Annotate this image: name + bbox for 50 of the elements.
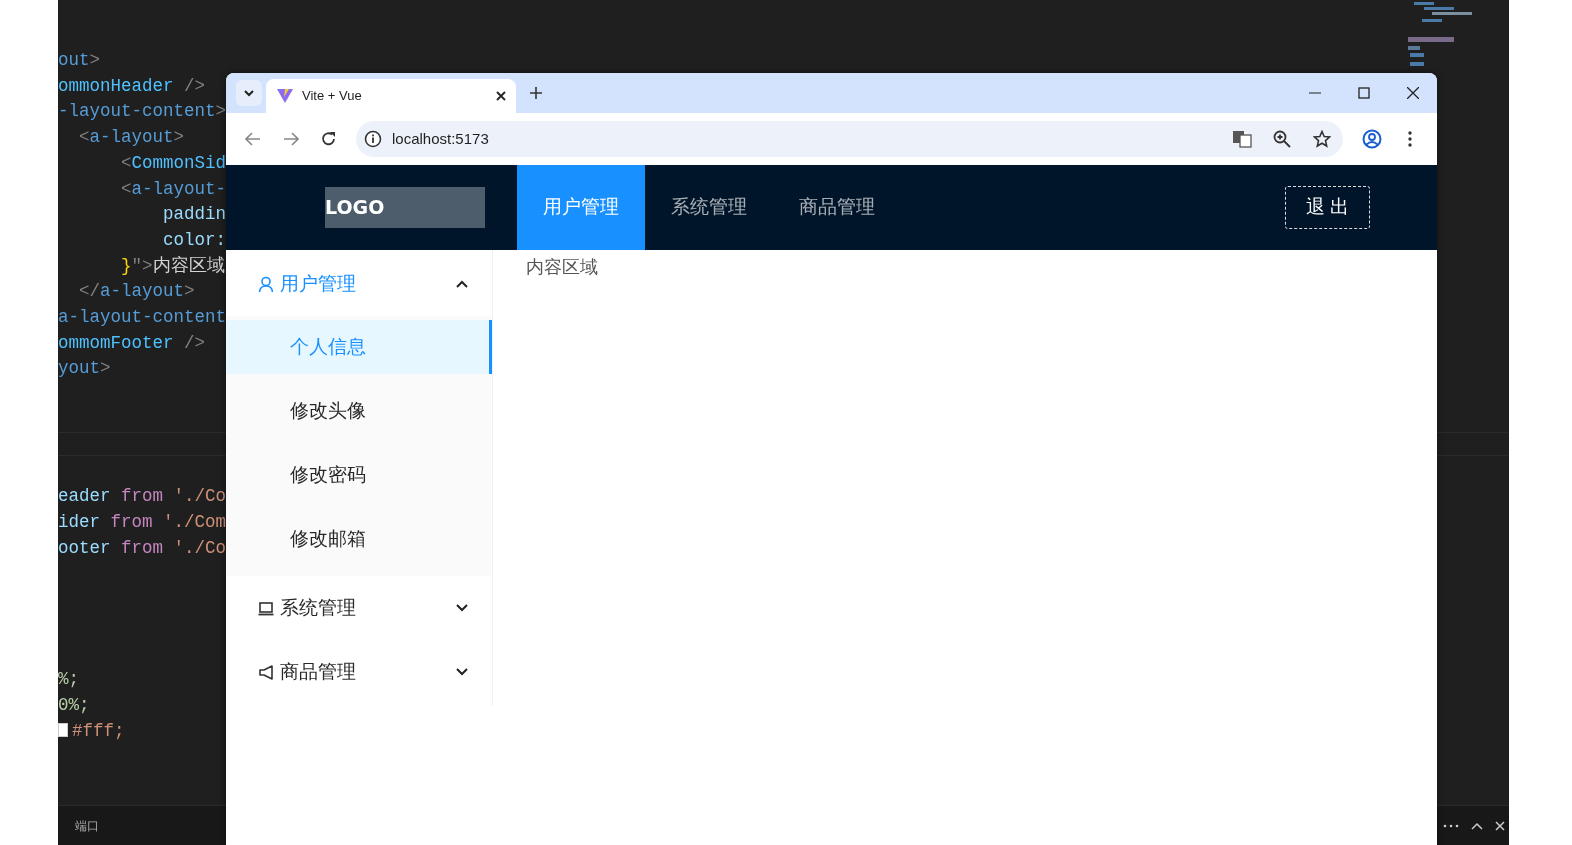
color-swatch-icon[interactable] bbox=[58, 722, 68, 737]
minimize-icon bbox=[1308, 92, 1321, 94]
code-line: eader from './Co bbox=[58, 485, 227, 509]
logo: LOGO bbox=[325, 187, 485, 228]
triangle-logo-icon bbox=[276, 88, 294, 104]
close-icon[interactable] bbox=[496, 91, 506, 101]
code-line: a-layout-content bbox=[58, 306, 227, 330]
close-icon bbox=[1406, 87, 1419, 99]
code-line: }">内容区域 bbox=[120, 254, 225, 278]
code-line: <a-layout> bbox=[78, 126, 185, 150]
menu-item[interactable]: 修改头像 bbox=[226, 384, 492, 438]
code-line: ider from './Com bbox=[58, 510, 227, 534]
code-line: #fff; bbox=[58, 718, 125, 745]
content-text: 内容区域 bbox=[525, 256, 598, 279]
forward-arrow-icon bbox=[283, 132, 299, 146]
nav-tab[interactable]: 商品管理 bbox=[773, 165, 901, 250]
nav-tab[interactable]: 系统管理 bbox=[645, 165, 773, 250]
code-line: 0%; bbox=[58, 693, 90, 717]
code-line: ooter from './Co bbox=[58, 536, 227, 560]
address-bar[interactable]: localhost:5173 bbox=[356, 121, 1343, 157]
menu-item[interactable]: 修改密码 bbox=[226, 448, 492, 502]
code-line: <a-layout- bbox=[120, 177, 227, 201]
code-line: %; bbox=[58, 668, 79, 692]
code-line: color: bbox=[162, 228, 227, 252]
back-arrow-icon bbox=[245, 132, 261, 146]
info-icon[interactable] bbox=[364, 130, 382, 148]
browser-tab[interactable]: Vite + Vue bbox=[266, 79, 516, 113]
chevron-down-icon bbox=[243, 89, 255, 97]
code-line: paddin bbox=[162, 203, 227, 227]
maximize-icon bbox=[1357, 87, 1370, 99]
tab-list-button[interactable] bbox=[236, 80, 262, 106]
url-text: localhost:5173 bbox=[392, 128, 490, 149]
code-line: <CommonSid bbox=[120, 151, 227, 175]
menu-item[interactable]: 修改邮箱 bbox=[226, 512, 492, 566]
laptop-icon bbox=[258, 599, 274, 617]
code-line: -layout-content> bbox=[58, 100, 227, 124]
plus-icon bbox=[530, 87, 542, 99]
code-line: ommonHeader /> bbox=[58, 74, 206, 98]
chevron-up-icon[interactable] bbox=[1471, 821, 1483, 830]
code-line: yout> bbox=[58, 357, 111, 381]
logout-button[interactable]: 退 出 bbox=[1285, 186, 1370, 229]
megaphone-icon bbox=[258, 663, 274, 681]
panel-tab[interactable]: 端口 bbox=[75, 816, 99, 835]
code-line: out> bbox=[58, 49, 101, 72]
reload-icon bbox=[321, 131, 337, 147]
code-line: </a-layout> bbox=[78, 280, 195, 304]
tab-title: Vite + Vue bbox=[302, 87, 363, 106]
more-icon[interactable] bbox=[1443, 823, 1459, 828]
user-icon bbox=[258, 275, 274, 293]
code-line: ommomFooter /> bbox=[58, 331, 206, 355]
